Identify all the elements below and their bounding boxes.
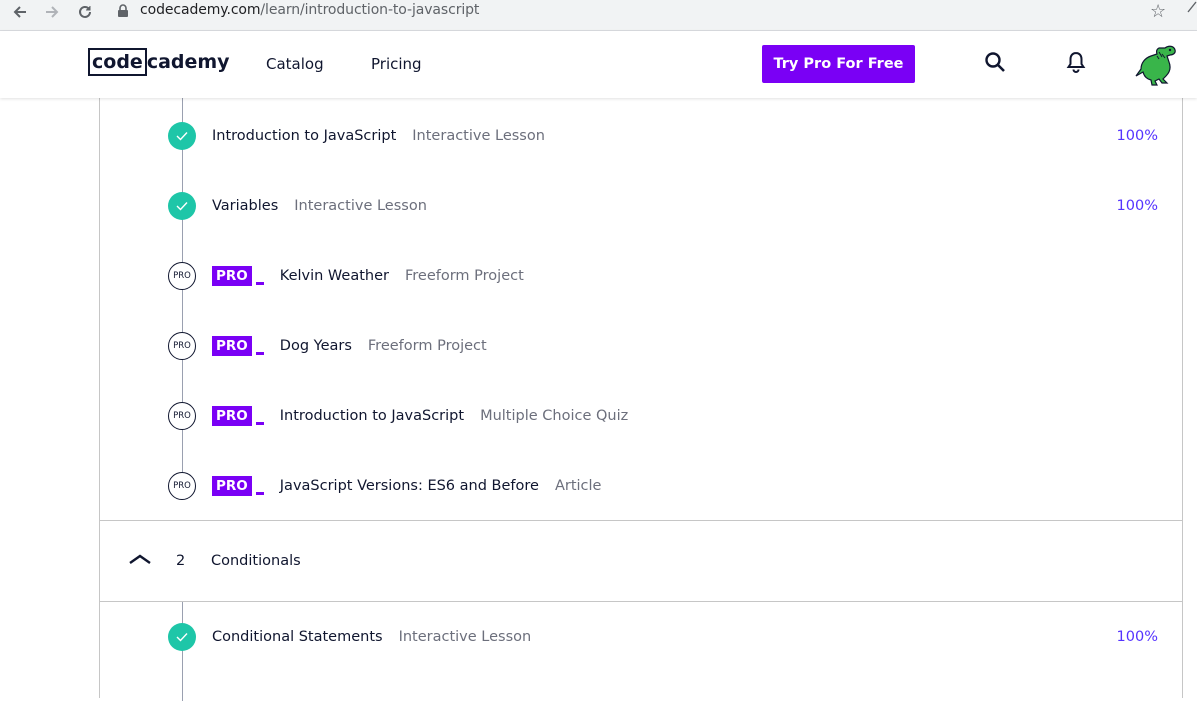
extension-icon[interactable] bbox=[1186, 0, 1197, 17]
bookmark-star-icon[interactable]: ☆ bbox=[1150, 1, 1166, 22]
pro-badge-cursor bbox=[255, 422, 264, 425]
try-pro-button[interactable]: Try Pro For Free bbox=[762, 45, 915, 83]
module-title[interactable]: Conditionals bbox=[211, 553, 301, 569]
logo-cademy-text: cademy bbox=[146, 51, 230, 73]
lesson-title[interactable]: Introduction to JavaScript bbox=[280, 408, 464, 424]
nav-catalog[interactable]: Catalog bbox=[266, 55, 324, 73]
url-domain: codecademy.com bbox=[140, 2, 261, 18]
pro-badge: PRO bbox=[212, 406, 264, 426]
module-number: 2 bbox=[176, 553, 186, 569]
pro-badge-label: PRO bbox=[212, 266, 252, 286]
lesson-info: Variables Interactive Lesson bbox=[212, 198, 427, 214]
back-arrow-icon bbox=[13, 6, 26, 18]
lesson-info: PRO Dog Years Freeform Project bbox=[212, 336, 487, 356]
lesson-info: Introduction to JavaScript Interactive L… bbox=[212, 128, 545, 144]
lesson-type: Freeform Project bbox=[367, 338, 487, 354]
lesson-info: PRO Introduction to JavaScript Multiple … bbox=[212, 406, 628, 426]
lesson-title[interactable]: Kelvin Weather bbox=[280, 268, 389, 284]
logo-code-box: code bbox=[88, 48, 147, 76]
lesson-row[interactable]: PRO PRO Introduction to JavaScript Multi… bbox=[100, 396, 1182, 436]
pro-locked-status-icon: PRO bbox=[168, 262, 196, 290]
pro-badge: PRO bbox=[212, 476, 264, 496]
site-header: code cademy Catalog Pricing Try Pro For F… bbox=[0, 31, 1197, 98]
back-button[interactable] bbox=[8, 2, 32, 22]
lesson-row[interactable]: PRO PRO Kelvin Weather Freeform Project bbox=[100, 256, 1182, 296]
lesson-progress: 100% bbox=[1116, 629, 1158, 645]
forward-arrow-icon bbox=[46, 6, 59, 18]
completed-check-icon bbox=[168, 192, 196, 220]
pro-locked-status-icon: PRO bbox=[168, 332, 196, 360]
reload-icon bbox=[79, 5, 91, 18]
lesson-type: Multiple Choice Quiz bbox=[480, 408, 629, 424]
lesson-info: PRO JavaScript Versions: ES6 and Before … bbox=[212, 476, 601, 496]
reload-button[interactable] bbox=[73, 2, 97, 22]
lesson-type: Article bbox=[554, 478, 602, 494]
pro-locked-status-icon: PRO bbox=[168, 402, 196, 430]
lock-icon[interactable] bbox=[117, 3, 129, 22]
pro-badge-label: PRO bbox=[212, 476, 252, 496]
lesson-row[interactable]: Introduction to JavaScript Interactive L… bbox=[100, 116, 1182, 156]
codecademy-logo[interactable]: code cademy bbox=[88, 48, 230, 76]
lesson-title[interactable]: Conditional Statements bbox=[212, 629, 383, 645]
course-syllabus: Introduction to JavaScript Interactive L… bbox=[99, 98, 1183, 701]
pro-badge-cursor bbox=[255, 282, 264, 285]
nav-pricing[interactable]: Pricing bbox=[371, 55, 422, 73]
lesson-type: Interactive Lesson bbox=[294, 198, 427, 214]
lesson-title[interactable]: JavaScript Versions: ES6 and Before bbox=[280, 478, 539, 494]
completed-check-icon bbox=[168, 122, 196, 150]
lesson-progress: 100% bbox=[1116, 128, 1158, 144]
lesson-title[interactable]: Dog Years bbox=[280, 338, 352, 354]
lesson-type: Interactive Lesson bbox=[398, 629, 532, 645]
address-bar[interactable]: codecademy.com/learn/introduction-to-jav… bbox=[140, 2, 479, 18]
pro-badge-cursor bbox=[255, 352, 264, 355]
pro-locked-status-icon: PRO bbox=[168, 472, 196, 500]
user-avatar[interactable] bbox=[1135, 44, 1179, 86]
lesson-row[interactable]: PRO PRO JavaScript Versions: ES6 and Bef… bbox=[100, 466, 1182, 506]
module-header[interactable]: 2 Conditionals bbox=[100, 520, 1182, 602]
chevron-up-icon[interactable] bbox=[128, 551, 152, 570]
pro-badge: PRO bbox=[212, 266, 264, 286]
browser-toolbar: codecademy.com/learn/introduction-to-jav… bbox=[0, 0, 1197, 31]
pro-badge-label: PRO bbox=[212, 406, 252, 426]
lesson-row[interactable]: Variables Interactive Lesson 100% bbox=[100, 186, 1182, 226]
url-path: /learn/introduction-to-javascript bbox=[260, 2, 480, 18]
search-icon[interactable] bbox=[984, 51, 1006, 77]
lesson-progress: 100% bbox=[1116, 198, 1158, 214]
lesson-row[interactable]: Conditional Statements Interactive Lesso… bbox=[100, 617, 1182, 657]
lesson-title[interactable]: Variables bbox=[212, 198, 278, 214]
pro-badge-cursor bbox=[255, 492, 264, 495]
pro-badge: PRO bbox=[212, 336, 264, 356]
lesson-title[interactable]: Introduction to JavaScript bbox=[212, 128, 396, 144]
pro-badge-label: PRO bbox=[212, 336, 252, 356]
notification-bell-icon[interactable] bbox=[1066, 51, 1086, 77]
lesson-row[interactable]: PRO PRO Dog Years Freeform Project bbox=[100, 326, 1182, 366]
lesson-info: PRO Kelvin Weather Freeform Project bbox=[212, 266, 524, 286]
forward-button[interactable] bbox=[40, 2, 64, 22]
lesson-type: Interactive Lesson bbox=[412, 128, 545, 144]
lesson-type: Freeform Project bbox=[404, 268, 524, 284]
lesson-info: Conditional Statements Interactive Lesso… bbox=[212, 629, 531, 645]
completed-check-icon bbox=[168, 623, 196, 651]
